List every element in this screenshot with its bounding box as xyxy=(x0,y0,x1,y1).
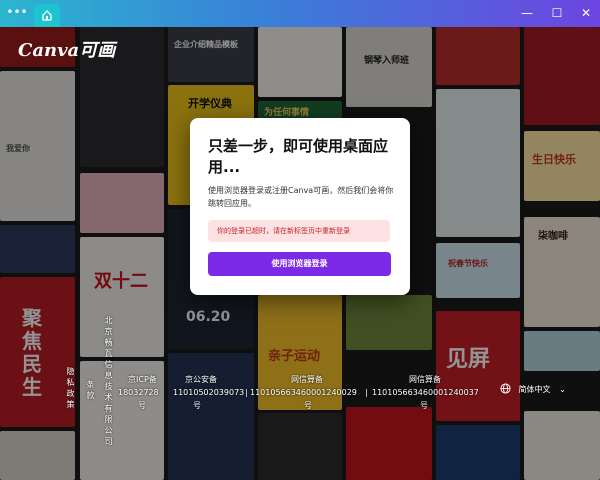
net1-suffix: 号 xyxy=(304,401,312,410)
icp-suffix: 号 xyxy=(138,401,146,410)
dialog-description: 使用浏览器登录或注册Canva可画，然后我们会将你跳转回应用。 xyxy=(208,186,394,208)
globe-icon xyxy=(500,383,511,394)
divider: | xyxy=(365,388,368,397)
minimize-button[interactable]: — xyxy=(519,5,535,21)
canva-logo: Canva可画 xyxy=(18,40,116,61)
browser-login-button[interactable]: 使用浏览器登录 xyxy=(208,252,391,276)
company-name: 北京畅瓦信息技术有限公司 xyxy=(104,316,113,446)
net2-number[interactable]: 110105663460001240037 xyxy=(372,387,479,398)
icp-number[interactable]: 18032728 xyxy=(118,387,159,398)
close-button[interactable]: ✕ xyxy=(578,5,594,21)
language-selector[interactable]: 简体中文 ⌄ xyxy=(500,383,566,395)
icp-label[interactable]: 京ICP备 xyxy=(128,374,157,385)
maximize-button[interactable]: ☐ xyxy=(549,5,565,21)
dialog-title: 只差一步，即可使用桌面应用... xyxy=(208,137,389,176)
login-dialog: 只差一步，即可使用桌面应用... 使用浏览器登录或注册Canva可画，然后我们会… xyxy=(190,118,410,295)
language-label: 简体中文 xyxy=(518,385,551,394)
terms-link[interactable]: 条款 xyxy=(86,379,95,401)
net2-suffix: 号 xyxy=(420,401,428,410)
net1-number[interactable]: 110105663460001240029 xyxy=(250,387,357,398)
divider: | xyxy=(245,388,248,397)
police-number[interactable]: 11010502039073 xyxy=(173,387,244,398)
timeout-alert: 你的登录已超时，请在新标签页中重新登录 xyxy=(208,220,390,242)
net1-label[interactable]: 网信算备 xyxy=(291,374,323,385)
title-bar: ••• — ☐ ✕ xyxy=(0,0,600,27)
ellipsis-icon[interactable]: ••• xyxy=(4,6,30,22)
net2-label[interactable]: 网信算备 xyxy=(409,374,441,385)
police-label[interactable]: 京公安备 xyxy=(185,374,217,385)
privacy-policy-link[interactable]: 隐私政策 xyxy=(66,366,75,410)
home-icon xyxy=(42,10,52,21)
police-suffix: 号 xyxy=(193,401,201,410)
home-tab[interactable] xyxy=(34,4,60,27)
chevron-down-icon: ⌄ xyxy=(559,385,566,394)
